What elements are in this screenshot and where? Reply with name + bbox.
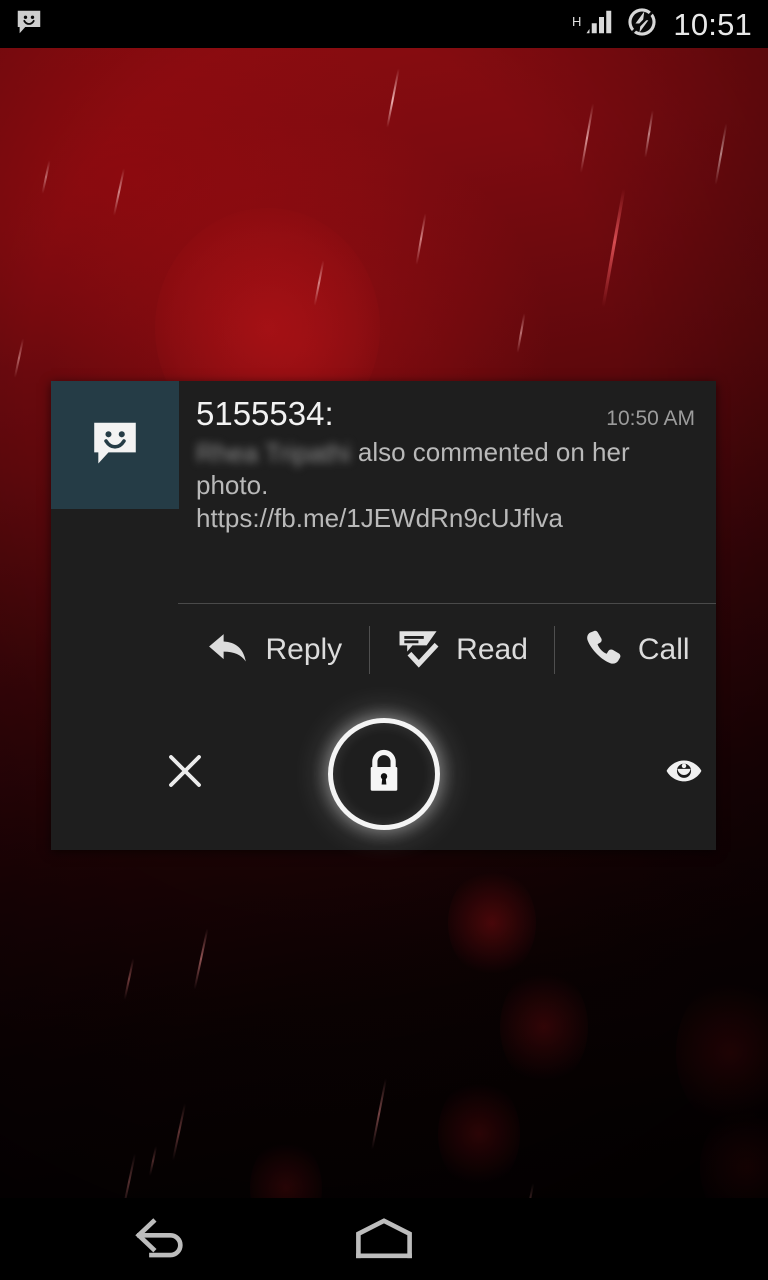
home-icon <box>352 1217 416 1264</box>
notification-timestamp: 10:50 AM <box>606 407 695 430</box>
unlock-slider-button[interactable] <box>328 718 440 830</box>
reply-label: Reply <box>265 633 343 666</box>
reply-button[interactable]: Reply <box>179 605 369 695</box>
call-button[interactable]: Call <box>555 605 716 695</box>
notification-sender: 5155534: <box>196 395 334 432</box>
status-bar-clock: 10:51 <box>673 6 752 42</box>
notification-content: 5155534: 10:50 AM Rhea Tripathi also com… <box>179 381 716 535</box>
reply-arrow-icon <box>205 628 251 673</box>
battery-charging-icon <box>625 5 659 44</box>
notification-divider <box>178 603 716 604</box>
nav-back-button[interactable] <box>122 1214 198 1266</box>
notification-message: Rhea Tripathi also commented on her phot… <box>196 436 698 503</box>
notification-header: 5155534: 10:50 AM Rhea Tripathi also com… <box>51 381 716 535</box>
lockscreen: H 10:51 5155534: 10:50 AM Rhea Tripathi … <box>0 0 768 1280</box>
status-bar-notifications <box>14 7 44 42</box>
notification-actions: Reply Read Call <box>179 605 716 695</box>
status-bar-system: H 10:51 <box>572 5 752 44</box>
peek-button[interactable] <box>649 741 719 805</box>
status-bar: H 10:51 <box>0 0 768 48</box>
notification-headline: 5155534: 10:50 AM <box>196 395 698 432</box>
back-arrow-icon <box>129 1216 191 1265</box>
eye-icon <box>663 756 705 791</box>
message-smiley-icon <box>86 414 144 477</box>
lockscreen-controls <box>51 696 716 850</box>
navigation-bar <box>0 1198 768 1280</box>
notification-app-icon <box>51 381 179 509</box>
nav-home-button[interactable] <box>346 1214 422 1266</box>
dismiss-button[interactable] <box>151 741 219 805</box>
lock-icon <box>358 745 410 804</box>
call-label: Call <box>637 633 690 666</box>
network-type-label: H <box>572 13 582 29</box>
read-button[interactable]: Read <box>370 605 555 695</box>
close-x-icon <box>165 751 205 796</box>
signal-bars-icon <box>585 7 615 42</box>
notification-link[interactable]: https://fb.me/1JEWdRn9cUJflva <box>196 502 698 535</box>
read-label: Read <box>456 633 528 666</box>
phone-icon <box>582 627 624 674</box>
message-smiley-icon <box>14 7 44 42</box>
mark-read-icon <box>396 627 442 674</box>
redacted-name: Rhea Tripathi <box>196 437 351 468</box>
notification-card[interactable]: 5155534: 10:50 AM Rhea Tripathi also com… <box>51 381 716 850</box>
